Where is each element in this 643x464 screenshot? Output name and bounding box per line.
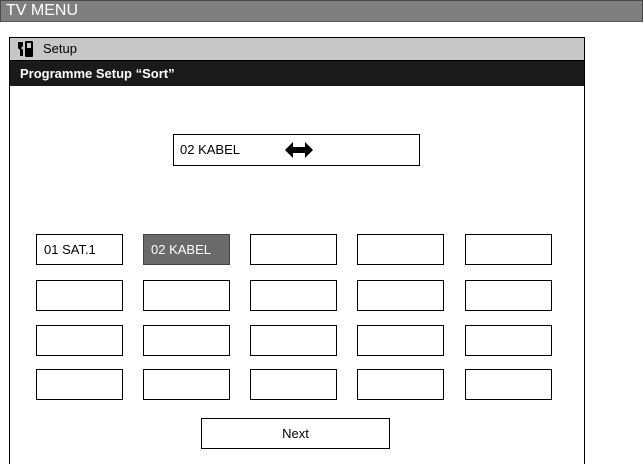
programme-slot[interactable] [143, 369, 230, 400]
programme-slot[interactable]: 01 SAT.1 [36, 234, 123, 265]
setup-bar: Setup [10, 38, 584, 61]
programme-slot[interactable] [357, 325, 444, 356]
window-title: TV MENU [6, 2, 78, 19]
programme-slot[interactable] [143, 325, 230, 356]
programme-slot-label: 01 SAT.1 [44, 242, 96, 257]
programme-slot[interactable] [250, 325, 337, 356]
tool-icon [18, 41, 33, 57]
next-button[interactable]: Next [201, 418, 390, 449]
programme-slot[interactable] [36, 280, 123, 311]
programme-slot-label: 02 KABEL [151, 242, 211, 257]
programme-slot[interactable] [465, 234, 552, 265]
window-titlebar: TV MENU [0, 0, 643, 22]
programme-slot[interactable] [357, 234, 444, 265]
programme-slot[interactable] [465, 325, 552, 356]
programme-slot[interactable] [465, 369, 552, 400]
current-programme-label: 02 KABEL [180, 142, 240, 157]
section-title: Programme Setup “Sort” [20, 66, 175, 81]
section-header: Programme Setup “Sort” [10, 61, 584, 86]
setup-panel: Setup Programme Setup “Sort” 02 KABEL 01… [9, 37, 585, 464]
programme-slot[interactable] [357, 280, 444, 311]
swap-arrows-icon [285, 142, 313, 158]
programme-slot[interactable] [250, 234, 337, 265]
programme-slot[interactable]: 02 KABEL [143, 234, 230, 265]
programme-slot[interactable] [36, 325, 123, 356]
programme-slot[interactable] [250, 280, 337, 311]
programme-slot[interactable] [143, 280, 230, 311]
programme-slot[interactable] [36, 369, 123, 400]
programme-slot[interactable] [357, 369, 444, 400]
programme-slot[interactable] [465, 280, 552, 311]
current-programme-box: 02 KABEL [173, 134, 420, 166]
programme-slot[interactable] [250, 369, 337, 400]
setup-label: Setup [43, 41, 77, 56]
